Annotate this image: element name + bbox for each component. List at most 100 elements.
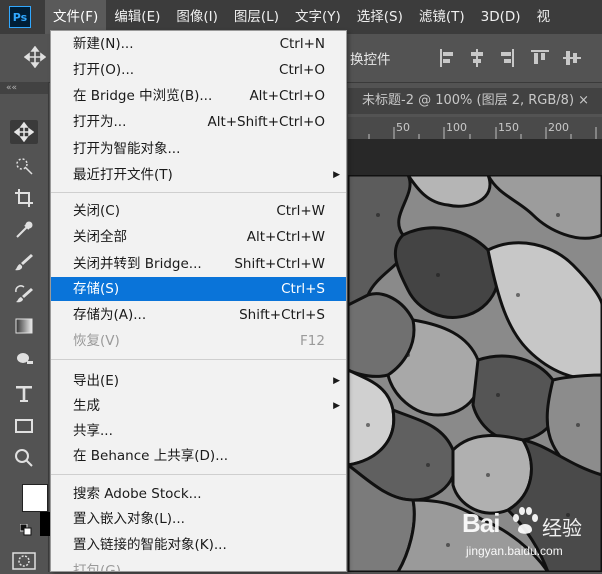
brush-tool-icon[interactable] xyxy=(10,250,38,274)
rectangle-tool-icon[interactable] xyxy=(10,414,38,438)
quick-mask-icon[interactable] xyxy=(12,552,36,574)
menu-item-place-linked[interactable]: 置入链接的智能对象(K)... xyxy=(51,533,346,557)
menu-item-label: 最近打开文件(T) xyxy=(73,167,173,183)
menu-separator xyxy=(51,474,346,475)
menu-item-label: 打开(O)... xyxy=(73,62,135,78)
crop-tool-icon[interactable] xyxy=(10,186,38,210)
paw-icon xyxy=(510,506,540,542)
document-tab[interactable]: 未标题-2 @ 100% (图层 2, RGB/8) × xyxy=(348,88,602,114)
menu-item-label: 在 Bridge 中浏览(B)... xyxy=(73,88,213,104)
menu-item-label: 打开为... xyxy=(73,114,127,130)
menu-item-shortcut: F12 xyxy=(300,333,325,349)
menu-item-save-as[interactable]: 存储为(A)... Shift+Ctrl+S xyxy=(51,303,346,327)
menu-separator xyxy=(51,192,346,193)
menu-item-label: 存储为(A)... xyxy=(73,307,147,323)
menu-item-open-recent[interactable]: 最近打开文件(T) ▶ xyxy=(51,163,346,187)
menu-item-shortcut: Ctrl+O xyxy=(279,62,325,78)
menu-item-shortcut: Alt+Shift+Ctrl+O xyxy=(207,114,325,130)
gradient-tool-icon[interactable] xyxy=(10,314,38,338)
menu-item-label: 存储(S) xyxy=(73,281,120,297)
submenu-arrow-icon: ▶ xyxy=(333,401,340,411)
menu-file[interactable]: 文件(F) xyxy=(45,0,107,34)
horizontal-ruler: 50 100 150 200 xyxy=(348,117,602,140)
menu-item-share[interactable]: 共享... xyxy=(51,419,346,443)
menu-item-label: 搜索 Adobe Stock... xyxy=(73,486,202,502)
move-tool-icon[interactable] xyxy=(10,120,38,144)
menu-item-new[interactable]: 新建(N)... Ctrl+N xyxy=(51,32,346,56)
menu-item-revert: 恢复(V) F12 xyxy=(51,329,346,353)
background-color-swatch[interactable] xyxy=(40,512,50,536)
menu-item-browse-in-bridge[interactable]: 在 Bridge 中浏览(B)... Alt+Ctrl+O xyxy=(51,84,346,108)
show-transform-controls-label[interactable]: 换控件 xyxy=(350,48,391,68)
menu-3d[interactable]: 3D(D) xyxy=(473,0,529,34)
baidu-jingyan-watermark: Bai 经验 jingyan.baidu.com xyxy=(462,500,602,566)
menu-item-open-as-smart-object[interactable]: 打开为智能对象... xyxy=(51,137,346,161)
menu-item-close[interactable]: 关闭(C) Ctrl+W xyxy=(51,199,346,223)
menu-item-shortcut: Ctrl+W xyxy=(276,203,325,219)
menu-item-label: 关闭全部 xyxy=(73,229,127,245)
menu-item-label: 置入链接的智能对象(K)... xyxy=(73,537,227,553)
quick-selection-tool-icon[interactable] xyxy=(10,154,38,178)
align-center-icon[interactable] xyxy=(468,48,486,72)
menu-item-place-embedded[interactable]: 置入嵌入对象(L)... xyxy=(51,507,346,531)
menu-item-export[interactable]: 导出(E) ▶ xyxy=(51,369,346,393)
menu-item-label: 关闭并转到 Bridge... xyxy=(73,256,202,272)
default-colors-icon[interactable] xyxy=(19,523,32,536)
menu-edit[interactable]: 编辑(E) xyxy=(106,0,168,34)
align-middle-icon[interactable] xyxy=(562,48,582,72)
align-right-icon[interactable] xyxy=(498,48,516,72)
menu-item-label: 打包(G)... xyxy=(73,563,134,572)
menu-layer[interactable]: 图层(L) xyxy=(226,0,287,34)
menu-item-shortcut: Shift+Ctrl+W xyxy=(234,256,325,272)
watermark-brand: Bai xyxy=(462,508,500,538)
menu-item-label: 在 Behance 上共享(D)... xyxy=(73,448,229,464)
toolbox: «« xyxy=(0,82,50,574)
menu-item-package: 打包(G)... xyxy=(51,559,346,572)
watermark-url: jingyan.baidu.com xyxy=(466,544,563,558)
dodge-tool-icon[interactable] xyxy=(10,348,38,372)
menu-item-open-as[interactable]: 打开为... Alt+Shift+Ctrl+O xyxy=(51,110,346,134)
menu-item-close-all[interactable]: 关闭全部 Alt+Ctrl+W xyxy=(51,225,346,249)
submenu-arrow-icon: ▶ xyxy=(333,376,340,386)
menu-type[interactable]: 文字(Y) xyxy=(287,0,349,34)
menu-item-label: 关闭(C) xyxy=(73,203,120,219)
menu-item-shortcut: Alt+Ctrl+W xyxy=(246,229,325,245)
menu-filter[interactable]: 滤镜(T) xyxy=(411,0,473,34)
menu-image[interactable]: 图像(I) xyxy=(168,0,226,34)
menu-item-shortcut: Alt+Ctrl+O xyxy=(249,88,325,104)
menu-item-label: 恢复(V) xyxy=(73,333,120,349)
menu-item-share-on-behance[interactable]: 在 Behance 上共享(D)... xyxy=(51,444,346,468)
foreground-color-swatch[interactable] xyxy=(22,484,48,512)
menu-item-shortcut: Ctrl+S xyxy=(281,281,325,297)
workspace-background xyxy=(348,139,602,175)
move-tool-icon[interactable] xyxy=(23,45,47,72)
type-tool-icon[interactable] xyxy=(10,382,38,406)
menu-item-close-and-go-to-bridge[interactable]: 关闭并转到 Bridge... Shift+Ctrl+W xyxy=(51,252,346,276)
zoom-tool-icon[interactable] xyxy=(10,446,38,470)
watermark-jingyan: 经验 xyxy=(542,516,582,540)
menu-item-label: 新建(N)... xyxy=(73,36,134,52)
toolbox-collapse[interactable]: «« xyxy=(0,82,48,94)
file-menu-dropdown: 新建(N)... Ctrl+N 打开(O)... Ctrl+O 在 Bridge… xyxy=(50,30,347,572)
menu-item-label: 生成 xyxy=(73,398,100,414)
menu-item-shortcut: Ctrl+N xyxy=(279,36,325,52)
eyedropper-tool-icon[interactable] xyxy=(10,218,38,242)
menu-select[interactable]: 选择(S) xyxy=(349,0,411,34)
menu-item-save[interactable]: 存储(S) Ctrl+S xyxy=(51,277,346,301)
menu-item-open[interactable]: 打开(O)... Ctrl+O xyxy=(51,58,346,82)
align-top-icon[interactable] xyxy=(530,48,550,72)
menu-item-search-adobe-stock[interactable]: 搜索 Adobe Stock... xyxy=(51,482,346,506)
menu-item-generate[interactable]: 生成 ▶ xyxy=(51,394,346,418)
submenu-arrow-icon: ▶ xyxy=(333,170,340,180)
history-brush-tool-icon[interactable] xyxy=(10,282,38,306)
photoshop-logo: Ps xyxy=(9,6,31,28)
align-left-icon[interactable] xyxy=(438,48,456,72)
menu-item-label: 导出(E) xyxy=(73,373,120,389)
menu-item-label: 置入嵌入对象(L)... xyxy=(73,511,185,527)
menu-item-label: 打开为智能对象... xyxy=(73,141,181,157)
menu-item-shortcut: Shift+Ctrl+S xyxy=(239,307,325,323)
menu-bar: Ps 文件(F) 编辑(E) 图像(I) 图层(L) 文字(Y) 选择(S) 滤… xyxy=(0,0,602,34)
menu-separator xyxy=(51,359,346,360)
menu-item-label: 共享... xyxy=(73,423,113,439)
menu-view[interactable]: 视 xyxy=(529,0,559,34)
